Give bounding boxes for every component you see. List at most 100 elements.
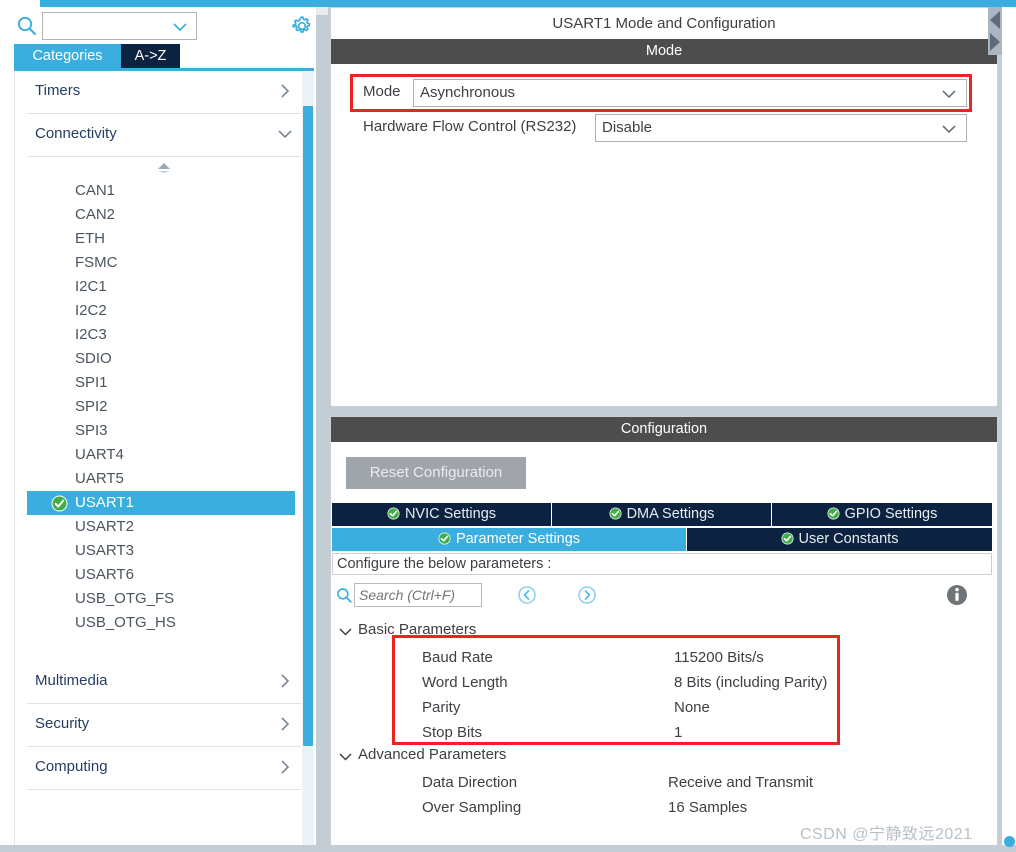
sidebar-item-connectivity[interactable]: Connectivity — [27, 114, 301, 157]
configuration-section-header: Configuration — [331, 417, 997, 442]
list-item[interactable]: USART6 — [15, 563, 313, 587]
list-item[interactable]: SPI3 — [15, 419, 313, 443]
prev-match-icon[interactable] — [517, 585, 537, 610]
list-item[interactable]: ETH — [15, 227, 313, 251]
configuration-area: USART1 Mode and Configuration Mode Mode … — [328, 7, 1016, 852]
peripheral-tree: Timers Connectivity CAN1 CAN2 ETH FSMC I… — [14, 71, 314, 846]
next-match-icon[interactable] — [577, 585, 597, 610]
sidebar-tab-bar: Categories A->Z — [14, 44, 314, 68]
resize-handle-dot[interactable] — [1004, 836, 1015, 847]
list-item[interactable]: CAN2 — [15, 203, 313, 227]
param-row-baud-rate[interactable]: Baud Rate 115200 Bits/s — [338, 647, 978, 672]
scroll-up-spinner[interactable] — [15, 157, 313, 179]
triangle-up-icon — [157, 161, 171, 179]
list-item[interactable]: SPI1 — [15, 371, 313, 395]
chevron-right-icon — [277, 716, 293, 737]
list-item[interactable]: FSMC — [15, 251, 313, 275]
list-item-label: USART1 — [75, 494, 134, 511]
triangle-right-icon[interactable] — [989, 31, 1001, 58]
tab-a-to-z[interactable]: A->Z — [121, 44, 180, 68]
settings-tab-row-1: NVIC Settings DMA Settings GPIO Settings — [332, 503, 992, 526]
chevron-right-icon — [277, 759, 293, 780]
param-name: Data Direction — [422, 774, 518, 791]
chevron-right-icon — [277, 83, 293, 104]
mode-row: Mode Asynchronous — [363, 79, 967, 107]
sidebar-item-timers[interactable]: Timers — [27, 71, 301, 114]
list-item[interactable]: USB_OTG_FS — [15, 587, 313, 611]
sidebar-item-security[interactable]: Security — [27, 704, 301, 747]
chevron-down-icon — [941, 122, 957, 140]
list-item[interactable]: USART3 — [15, 539, 313, 563]
list-bottom-gap — [15, 635, 313, 661]
panel-nav-arrows — [988, 7, 1002, 55]
param-row-over-sampling[interactable]: Over Sampling 16 Samples — [338, 797, 978, 822]
list-item[interactable]: I2C1 — [15, 275, 313, 299]
chevron-down-icon — [277, 126, 293, 147]
param-name: Parity — [422, 699, 461, 716]
settings-tab-row-2: Parameter Settings User Constants — [332, 528, 992, 551]
mode-dropdown[interactable]: Asynchronous — [413, 79, 967, 107]
tab-label: GPIO Settings — [844, 506, 938, 522]
param-name: Word Length — [422, 674, 508, 691]
sidebar-item-multimedia[interactable]: Multimedia — [27, 661, 301, 704]
window-scrollbar-track[interactable] — [316, 7, 328, 852]
param-value: Receive and Transmit — [668, 774, 814, 791]
list-item[interactable]: CAN1 — [15, 179, 313, 203]
configured-check-icon — [51, 495, 68, 512]
param-value: 8 Bits (including Parity) — [674, 674, 828, 691]
parameter-search-row — [332, 582, 992, 612]
list-item[interactable]: UART4 — [15, 443, 313, 467]
chevron-down-icon — [172, 20, 188, 38]
chevron-down-icon — [941, 87, 957, 105]
sidebar-item-computing[interactable]: Computing — [27, 747, 301, 790]
param-row-data-direction[interactable]: Data Direction Receive and Transmit — [338, 772, 978, 797]
list-item[interactable]: I2C3 — [15, 323, 313, 347]
category-label: Multimedia — [35, 672, 108, 689]
tab-gpio-settings[interactable]: GPIO Settings — [772, 503, 992, 526]
sidebar-toolbar — [0, 7, 322, 43]
tab-label: Parameter Settings — [455, 531, 581, 547]
list-item[interactable]: SDIO — [15, 347, 313, 371]
flow-control-dropdown[interactable]: Disable — [595, 114, 967, 142]
group-advanced-parameters[interactable]: Advanced Parameters — [338, 745, 638, 767]
param-value: 115200 Bits/s — [674, 649, 764, 666]
page-title: USART1 Mode and Configuration — [331, 8, 997, 39]
tab-categories[interactable]: Categories — [14, 44, 121, 68]
category-label: Timers — [35, 82, 81, 99]
check-icon — [827, 505, 840, 520]
tab-dma-settings[interactable]: DMA Settings — [552, 503, 772, 526]
list-item[interactable]: UART5 — [15, 467, 313, 491]
tab-label: NVIC Settings — [404, 506, 497, 522]
category-label: Connectivity — [35, 125, 117, 142]
sidebar-scrollbar-thumb[interactable] — [303, 106, 313, 746]
mode-section-header: Mode — [331, 39, 997, 64]
tab-user-constants[interactable]: User Constants — [687, 528, 992, 551]
group-label: Advanced Parameters — [358, 746, 507, 763]
mode-card: USART1 Mode and Configuration Mode Mode … — [330, 7, 998, 407]
tab-nvic-settings[interactable]: NVIC Settings — [332, 503, 552, 526]
tab-parameter-settings[interactable]: Parameter Settings — [332, 528, 687, 551]
param-row-stop-bits[interactable]: Stop Bits 1 — [338, 722, 978, 747]
list-item[interactable]: I2C2 — [15, 299, 313, 323]
group-basic-parameters[interactable]: Basic Parameters — [338, 620, 638, 642]
sidebar-search-combo[interactable] — [42, 12, 197, 40]
sidebar-item-usart1[interactable]: USART1 — [27, 491, 295, 515]
list-item[interactable]: USART2 — [15, 515, 313, 539]
param-row-word-length[interactable]: Word Length 8 Bits (including Parity) — [338, 672, 978, 697]
reset-configuration-button[interactable]: Reset Configuration — [346, 457, 526, 489]
gear-icon[interactable] — [291, 15, 313, 37]
flow-control-row: Hardware Flow Control (RS232) Disable — [363, 114, 967, 142]
parameter-search-input[interactable] — [354, 583, 482, 607]
search-icon[interactable] — [336, 587, 353, 609]
param-name: Stop Bits — [422, 724, 483, 741]
param-value: 1 — [674, 724, 683, 741]
flow-control-dropdown-value: Disable — [602, 119, 653, 136]
list-item[interactable]: SPI2 — [15, 395, 313, 419]
param-value: 16 Samples — [668, 799, 748, 816]
check-icon — [438, 530, 451, 545]
search-icon[interactable] — [16, 15, 38, 37]
check-icon — [387, 505, 400, 520]
param-row-parity[interactable]: Parity None — [338, 697, 978, 722]
list-item[interactable]: USB_OTG_HS — [15, 611, 313, 635]
info-icon[interactable] — [945, 583, 969, 612]
